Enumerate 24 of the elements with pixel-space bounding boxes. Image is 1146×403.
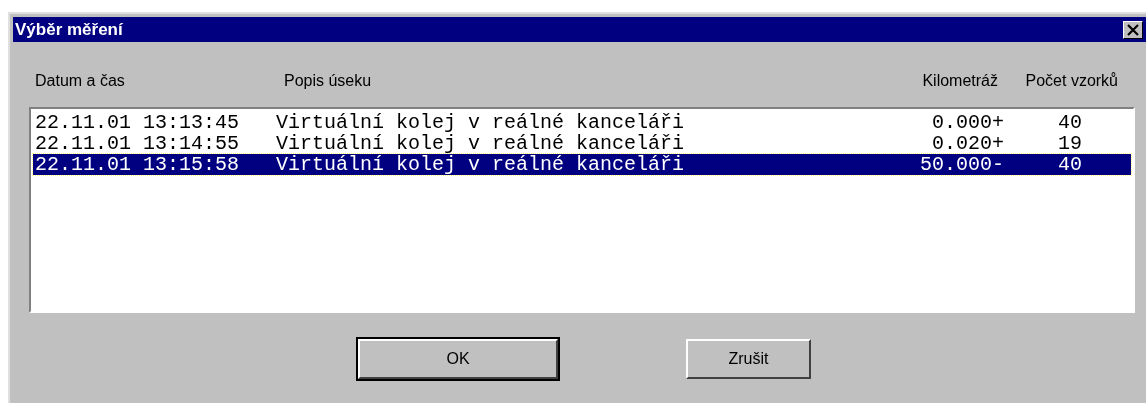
- sample-count-text: 40: [1057, 154, 1082, 175]
- datetime-text: 22.11.01 13:15:58: [34, 154, 241, 175]
- datetime-text: 22.11.01 13:14:55: [34, 133, 241, 154]
- kilometrage-text: 0.020+: [931, 133, 1004, 154]
- ok-button[interactable]: OK: [358, 339, 558, 379]
- close-button[interactable]: [1123, 20, 1143, 39]
- sample-count-text: 40: [1057, 112, 1082, 133]
- kilometrage-text: 0.000+: [931, 112, 1004, 133]
- datetime-text: 22.11.01 13:13:45: [34, 112, 241, 133]
- description-text: Virtuální kolej v reálné kanceláři: [276, 112, 686, 133]
- list-row[interactable]: 22.11.01 13:15:58 Virtuální kolej v reálné kanceláři 50.000- 40: [33, 154, 1131, 175]
- cancel-button[interactable]: Zrušit: [686, 339, 811, 379]
- list-row[interactable]: 22.11.01 13:13:45 Virtuální kolej v reálné kanceláři 0.000+ 40: [33, 112, 1131, 133]
- column-header: Popis úseku: [284, 71, 373, 91]
- kilometrage-text: 50.000-: [919, 154, 1004, 175]
- sample-count-text: 19: [1057, 133, 1082, 154]
- description-text: Virtuální kolej v reálné kanceláři: [276, 154, 686, 175]
- list-row[interactable]: 22.11.01 13:14:55 Virtuální kolej v reálné kanceláři 0.020+ 19: [33, 133, 1131, 154]
- window-title: Výběr měření: [15, 21, 123, 38]
- description-text: Virtuální kolej v reálné kanceláři: [276, 133, 686, 154]
- column-header: Datum a čas: [35, 71, 126, 91]
- column-header: Kilometráž: [921, 71, 999, 91]
- column-header: Počet vzorků: [1024, 71, 1119, 91]
- close-icon: [1127, 23, 1139, 36]
